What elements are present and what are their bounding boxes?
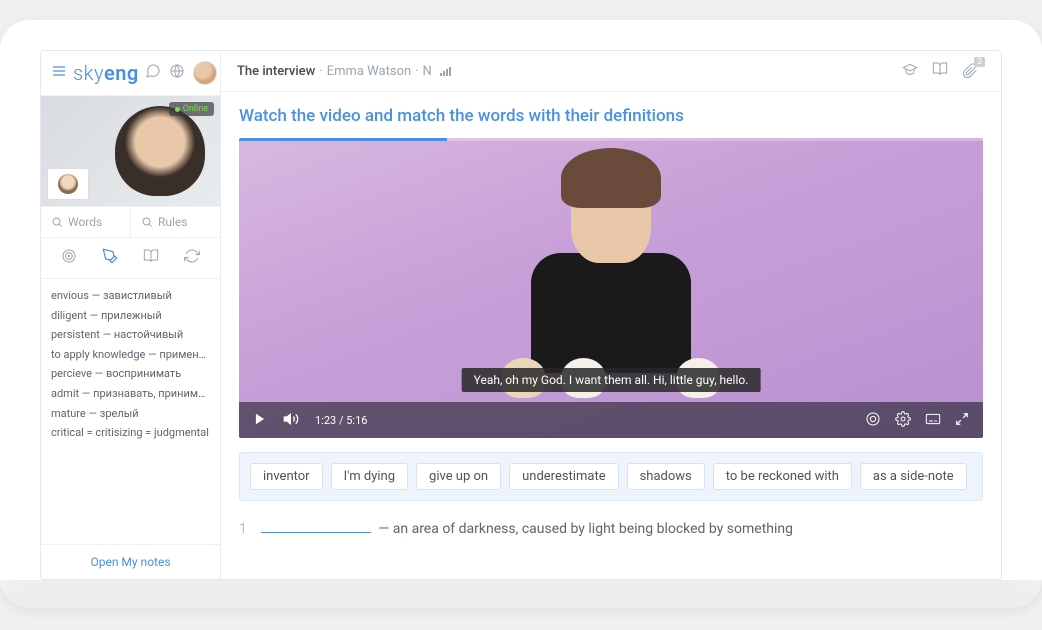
- lesson-content: Watch the video and match the words with…: [221, 92, 1001, 551]
- vocab-item[interactable]: mature — зрелый: [51, 405, 210, 423]
- globe-icon[interactable]: [169, 63, 185, 83]
- vocab-item[interactable]: percieve — воспринимать: [51, 365, 210, 383]
- vocab-tool-row: [41, 238, 220, 279]
- vocab-item[interactable]: envious — завистливый: [51, 287, 210, 305]
- brand-logo[interactable]: skyeng: [73, 61, 139, 85]
- play-icon[interactable]: [253, 412, 267, 429]
- answer-blank[interactable]: [261, 517, 371, 533]
- rules-search[interactable]: Rules: [131, 207, 220, 237]
- lesson-level: N: [423, 64, 432, 79]
- words-search[interactable]: Words: [41, 207, 131, 237]
- words-placeholder: Words: [68, 215, 102, 229]
- video-progress[interactable]: [239, 138, 983, 141]
- subtitles-icon[interactable]: [925, 411, 941, 430]
- chat-icon[interactable]: [145, 63, 161, 83]
- word-chip[interactable]: as a side-note: [860, 463, 967, 490]
- question-row: 1 — an area of darkness, caused by light…: [239, 517, 983, 537]
- vocab-list: envious — завистливый diligent — прилежн…: [41, 279, 220, 544]
- vocab-item[interactable]: diligent — прилежный: [51, 307, 210, 325]
- user-avatar[interactable]: [193, 61, 217, 85]
- word-chip[interactable]: inventor: [250, 463, 323, 490]
- graduation-icon[interactable]: [902, 61, 918, 81]
- logo-part-sky: sky: [73, 61, 104, 85]
- vocab-item[interactable]: admit — признавать, принимать: [51, 385, 210, 403]
- video-caption: Yeah, oh my God. I want them all. Hi, li…: [462, 368, 761, 392]
- attachment-icon[interactable]: 3: [962, 63, 985, 79]
- pen-icon[interactable]: [102, 248, 118, 268]
- self-video-pip[interactable]: [47, 168, 89, 200]
- sidebar: skyeng Online W: [41, 51, 221, 579]
- fullscreen-icon[interactable]: [955, 412, 969, 429]
- settings-icon[interactable]: [895, 411, 911, 430]
- word-chip[interactable]: shadows: [627, 463, 705, 490]
- volume-icon[interactable]: [283, 411, 299, 430]
- webcam-panel: Online: [41, 96, 220, 206]
- lesson-subtitle: Emma Watson: [327, 64, 411, 79]
- vocab-item[interactable]: persistent — настойчивый: [51, 326, 210, 344]
- word-chip[interactable]: give up on: [416, 463, 501, 490]
- word-chip[interactable]: to be reckoned with: [713, 463, 852, 490]
- video-time: 1:23 / 5:16: [315, 414, 367, 427]
- word-chip[interactable]: I'm dying: [331, 463, 408, 490]
- target-icon[interactable]: [61, 248, 77, 268]
- video-player[interactable]: Yeah, oh my God. I want them all. Hi, li…: [239, 138, 983, 438]
- book-icon[interactable]: [143, 248, 159, 268]
- signal-icon: [440, 67, 451, 76]
- vocab-item[interactable]: to apply knowledge — применять знания: [51, 346, 210, 364]
- vocab-item[interactable]: critical = critisizing = judgmental: [51, 424, 210, 442]
- search-row: Words Rules: [41, 206, 220, 238]
- player-controls: 1:23 / 5:16: [239, 402, 983, 438]
- attachment-count: 3: [974, 57, 985, 67]
- task-title: Watch the video and match the words with…: [239, 106, 983, 126]
- word-bank: inventor I'm dying give up on underestim…: [239, 452, 983, 501]
- word-chip[interactable]: underestimate: [509, 463, 619, 490]
- main-panel: The interview · Emma Watson · N 3 Watch …: [221, 51, 1001, 579]
- open-book-icon[interactable]: [932, 61, 948, 81]
- question-definition: — an area of darkness, caused by light b…: [378, 521, 793, 537]
- refresh-icon[interactable]: [184, 248, 200, 268]
- question-number: 1: [239, 521, 247, 537]
- sidebar-header: skyeng: [41, 51, 220, 96]
- loop-icon[interactable]: [865, 411, 881, 430]
- logo-part-eng: eng: [104, 61, 139, 85]
- online-status-badge: Online: [169, 102, 214, 116]
- lesson-title: The interview: [237, 64, 315, 79]
- menu-icon[interactable]: [51, 63, 67, 84]
- lesson-header: The interview · Emma Watson · N 3: [221, 51, 1001, 92]
- open-notes-link[interactable]: Open My notes: [41, 544, 220, 579]
- rules-placeholder: Rules: [158, 215, 187, 229]
